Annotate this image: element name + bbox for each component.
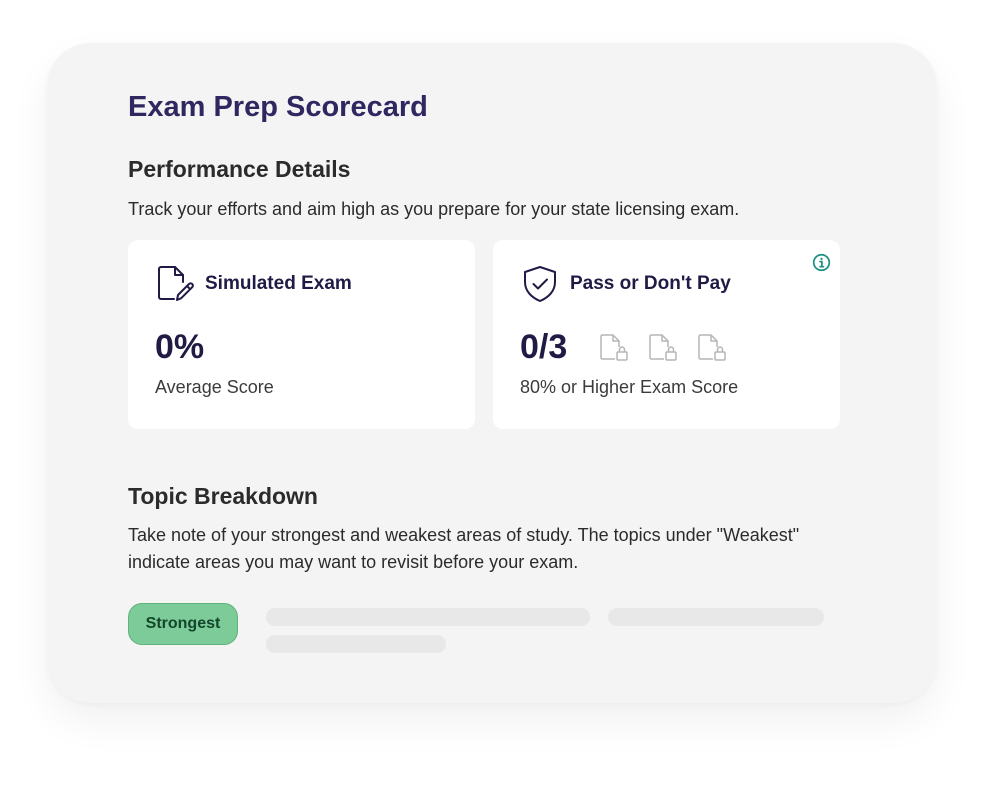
loading-placeholder xyxy=(266,608,590,626)
loading-placeholder xyxy=(608,608,824,626)
topic-breakdown-heading: Topic Breakdown xyxy=(128,483,318,509)
pass-or-dont-pay-title: Pass or Don't Pay xyxy=(570,273,731,294)
strongest-tab[interactable]: Strongest xyxy=(128,603,238,645)
locked-document-icon xyxy=(599,333,629,363)
locked-document-icon xyxy=(697,333,727,363)
average-score-value: 0% xyxy=(155,328,205,366)
loading-placeholder xyxy=(266,635,446,653)
simulated-exam-title: Simulated Exam xyxy=(205,273,352,294)
pass-requirement-label: 80% or Higher Exam Score xyxy=(520,377,739,397)
exam-prep-scorecard: Exam Prep Scorecard Performance Details … xyxy=(47,43,937,703)
shield-check-icon xyxy=(520,264,560,304)
performance-details-description: Track your efforts and aim high as you p… xyxy=(128,199,740,219)
scorecard-title: Exam Prep Scorecard xyxy=(128,91,428,123)
document-edit-icon xyxy=(155,264,195,304)
passed-exams-value: 0/3 xyxy=(520,328,568,366)
info-icon[interactable] xyxy=(812,253,831,272)
topic-breakdown-description: Take note of your strongest and weakest … xyxy=(128,525,800,572)
pass-or-dont-pay-header: Pass or Don't Pay xyxy=(520,264,731,304)
pass-or-dont-pay-card: Pass or Don't Pay 0/3 80% or Higher Exam… xyxy=(493,240,840,429)
average-score-label: Average Score xyxy=(155,377,274,397)
performance-details-heading: Performance Details xyxy=(128,156,351,182)
locked-exams-row xyxy=(599,333,746,363)
simulated-exam-header: Simulated Exam xyxy=(155,264,352,304)
locked-document-icon xyxy=(648,333,678,363)
simulated-exam-card: Simulated Exam 0% Average Score xyxy=(128,240,475,429)
